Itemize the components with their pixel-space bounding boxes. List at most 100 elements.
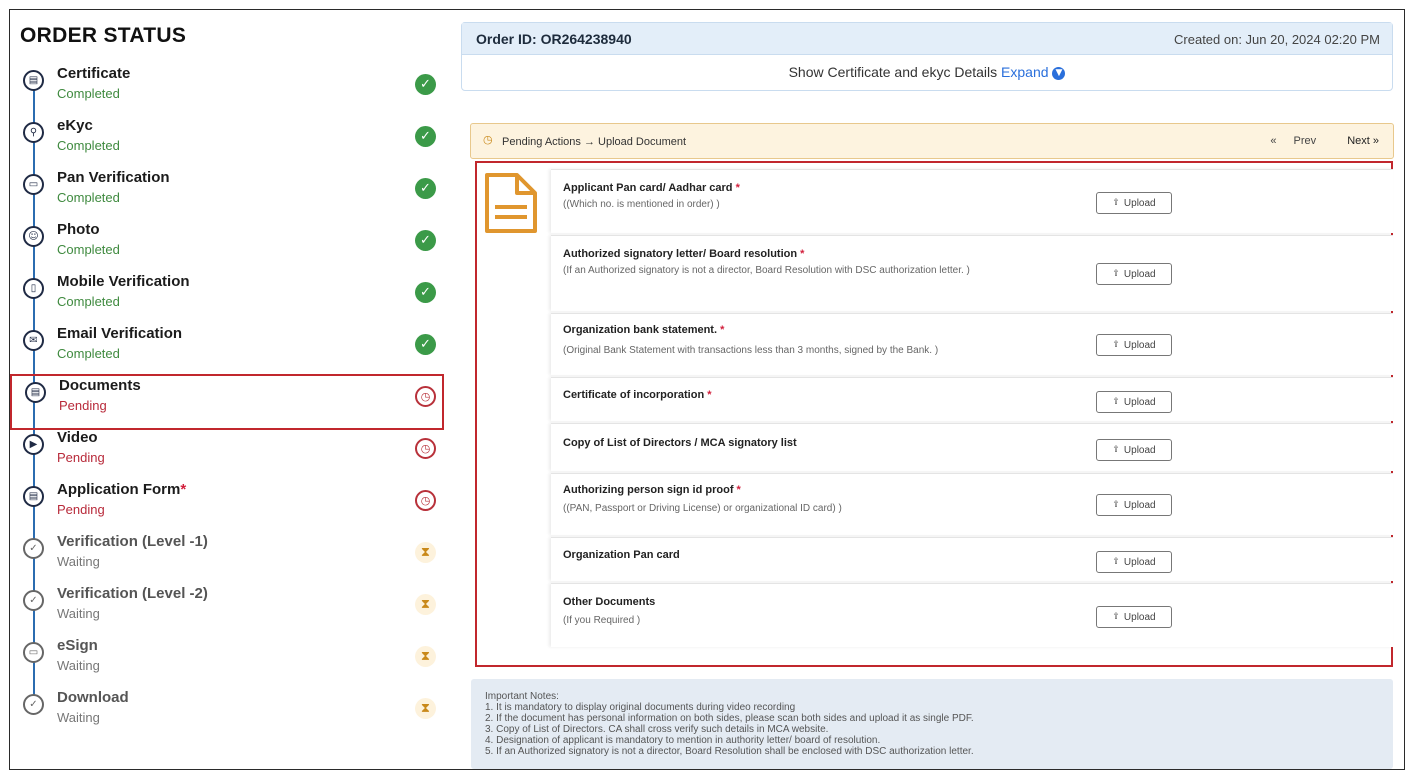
step-label: Documents: [59, 377, 141, 394]
upload-button[interactable]: ⇪ Upload: [1096, 192, 1172, 214]
document-icon: ▤: [23, 486, 44, 507]
document-row: Copy of List of Directors / MCA signator…: [551, 423, 1393, 471]
check-icon: ✓: [415, 126, 436, 147]
document-description: ((Which no. is mentioned in order) ): [563, 199, 720, 210]
step-photo[interactable]: ☺ Photo Completed ✓: [10, 220, 448, 272]
document-description: (If an Authorized signatory is not a dir…: [563, 265, 970, 276]
upload-button[interactable]: ⇪ Upload: [1096, 606, 1172, 628]
upload-icon: ⇪: [1112, 612, 1120, 622]
document-title: Copy of List of Directors / MCA signator…: [563, 437, 797, 449]
step-pan-verification[interactable]: ▭ Pan Verification Completed ✓: [10, 168, 448, 220]
order-card: Order ID: OR264238940 Created on: Jun 20…: [461, 22, 1393, 91]
card-icon: ▭: [23, 174, 44, 195]
step-label: Verification (Level -1): [57, 533, 208, 550]
show-details-text: Show Certificate and ekyc Details: [788, 64, 998, 80]
document-row: Other Documents (If you Required ) ⇪ Uplo…: [551, 583, 1393, 647]
note-line: 2. If the document has personal informat…: [485, 713, 974, 724]
document-title: Authorized signatory letter/ Board resol…: [563, 248, 805, 260]
note-line: 4. Designation of applicant is mandatory…: [485, 735, 881, 746]
main-panel: Order ID: OR264238940 Created on: Jun 20…: [461, 22, 1394, 769]
check-icon: ✓: [415, 334, 436, 355]
upload-button[interactable]: ⇪ Upload: [1096, 439, 1172, 461]
step-email-verification[interactable]: ✉ Email Verification Completed ✓: [10, 324, 448, 376]
documents-upload-box: Applicant Pan card/ Aadhar card * ((Whic…: [475, 161, 1393, 667]
step-label: Video: [57, 429, 98, 446]
step-label: Application Form*: [57, 481, 187, 498]
step-status: Waiting: [57, 710, 100, 725]
step-download[interactable]: ✓ Download Waiting ⧗: [10, 688, 448, 740]
order-status-sidebar: ORDER STATUS ▤ Certificate Completed ✓ ⚲…: [10, 10, 448, 769]
certificate-icon: ▤: [23, 70, 44, 91]
pending-actions-bar: ◷ Pending Actions → Upload Document « Pr…: [470, 123, 1394, 159]
upload-icon: ⇪: [1112, 397, 1120, 407]
upload-icon: ⇪: [1112, 269, 1120, 279]
step-label: Mobile Verification: [57, 273, 190, 290]
important-notes: Important Notes: 1. It is mandatory to d…: [471, 679, 1393, 769]
expand-icon[interactable]: ▼: [1052, 66, 1066, 80]
document-icon: [485, 173, 537, 233]
step-label: Verification (Level -2): [57, 585, 208, 602]
document-title: Authorizing person sign id proof *: [563, 484, 741, 496]
expand-link[interactable]: Expand: [1001, 64, 1048, 80]
step-video[interactable]: ▶ Video Pending ◷: [10, 428, 448, 480]
step-label: Download: [57, 689, 129, 706]
document-row: Certificate of incorporation * ⇪ Upload: [551, 377, 1393, 421]
document-title: Applicant Pan card/ Aadhar card *: [563, 182, 740, 194]
document-description: (Original Bank Statement with transactio…: [563, 345, 939, 356]
upload-icon: ⇪: [1112, 557, 1120, 567]
step-label: Email Verification: [57, 325, 183, 342]
step-status: Completed: [57, 242, 120, 257]
upload-button[interactable]: ⇪ Upload: [1096, 334, 1172, 356]
step-certificate[interactable]: ▤ Certificate Completed ✓: [10, 64, 448, 116]
upload-button[interactable]: ⇪ Upload: [1096, 494, 1172, 516]
order-id: Order ID: OR264238940: [476, 31, 632, 47]
clock-icon: ◷: [483, 133, 493, 146]
document-row: Authorizing person sign id proof * ((PAN…: [551, 473, 1393, 535]
step-ekyc[interactable]: ⚲ eKyc Completed ✓: [10, 116, 448, 168]
step-documents[interactable]: ▤ Documents Pending ◷: [10, 374, 444, 430]
shield-icon: ✓: [23, 590, 44, 611]
document-row: Authorized signatory letter/ Board resol…: [551, 235, 1393, 311]
step-verification-level-2[interactable]: ✓ Verification (Level -2) Waiting ⧗: [10, 584, 448, 636]
clock-icon: ◷: [415, 438, 436, 459]
step-label: eKyc: [57, 117, 93, 134]
email-icon: ✉: [23, 330, 44, 351]
required-marker: *: [180, 481, 187, 498]
upload-button[interactable]: ⇪ Upload: [1096, 391, 1172, 413]
step-label: eSign: [57, 637, 98, 654]
step-status: Completed: [57, 346, 120, 361]
note-line: 1. It is mandatory to display original d…: [485, 702, 796, 713]
pending-actions-text: Pending Actions → Upload Document: [502, 136, 687, 148]
shield-icon: ✓: [23, 538, 44, 559]
check-icon: ✓: [415, 282, 436, 303]
upload-button[interactable]: ⇪ Upload: [1096, 551, 1172, 573]
order-header: Order ID: OR264238940 Created on: Jun 20…: [462, 23, 1392, 55]
upload-icon: ⇪: [1112, 500, 1120, 510]
step-mobile-verification[interactable]: ▯ Mobile Verification Completed ✓: [10, 272, 448, 324]
step-verification-level-1[interactable]: ✓ Verification (Level -1) Waiting ⧗: [10, 532, 448, 584]
document-title: Organization Pan card: [563, 549, 680, 561]
created-date: Created on: Jun 20, 2024 02:20 PM: [1174, 32, 1380, 47]
step-label: Photo: [57, 221, 100, 238]
pending-nav: « Prev Next »: [1256, 135, 1379, 147]
step-status: Pending: [57, 450, 105, 465]
clock-icon: ◷: [415, 386, 436, 407]
step-application-form[interactable]: ▤ Application Form* Pending ◷: [10, 480, 448, 532]
card-icon: ▭: [23, 642, 44, 663]
document-icon: ▤: [25, 382, 46, 403]
step-status: Completed: [57, 190, 120, 205]
next-button[interactable]: Next »: [1333, 135, 1379, 147]
step-label: Certificate: [57, 65, 131, 82]
step-status: Completed: [57, 86, 120, 101]
hourglass-icon: ⧗: [415, 542, 436, 563]
sidebar-title: ORDER STATUS: [20, 24, 187, 47]
show-details-row: Show Certificate and ekyc Details Expand…: [462, 64, 1392, 80]
document-description: (If you Required ): [563, 615, 641, 626]
upload-button[interactable]: ⇪ Upload: [1096, 263, 1172, 285]
document-title: Organization bank statement. *: [563, 324, 725, 336]
hourglass-icon: ⧗: [415, 646, 436, 667]
step-status: Waiting: [57, 554, 100, 569]
mobile-icon: ▯: [23, 278, 44, 299]
prev-button[interactable]: « Prev: [1270, 135, 1316, 147]
step-esign[interactable]: ▭ eSign Waiting ⧗: [10, 636, 448, 688]
